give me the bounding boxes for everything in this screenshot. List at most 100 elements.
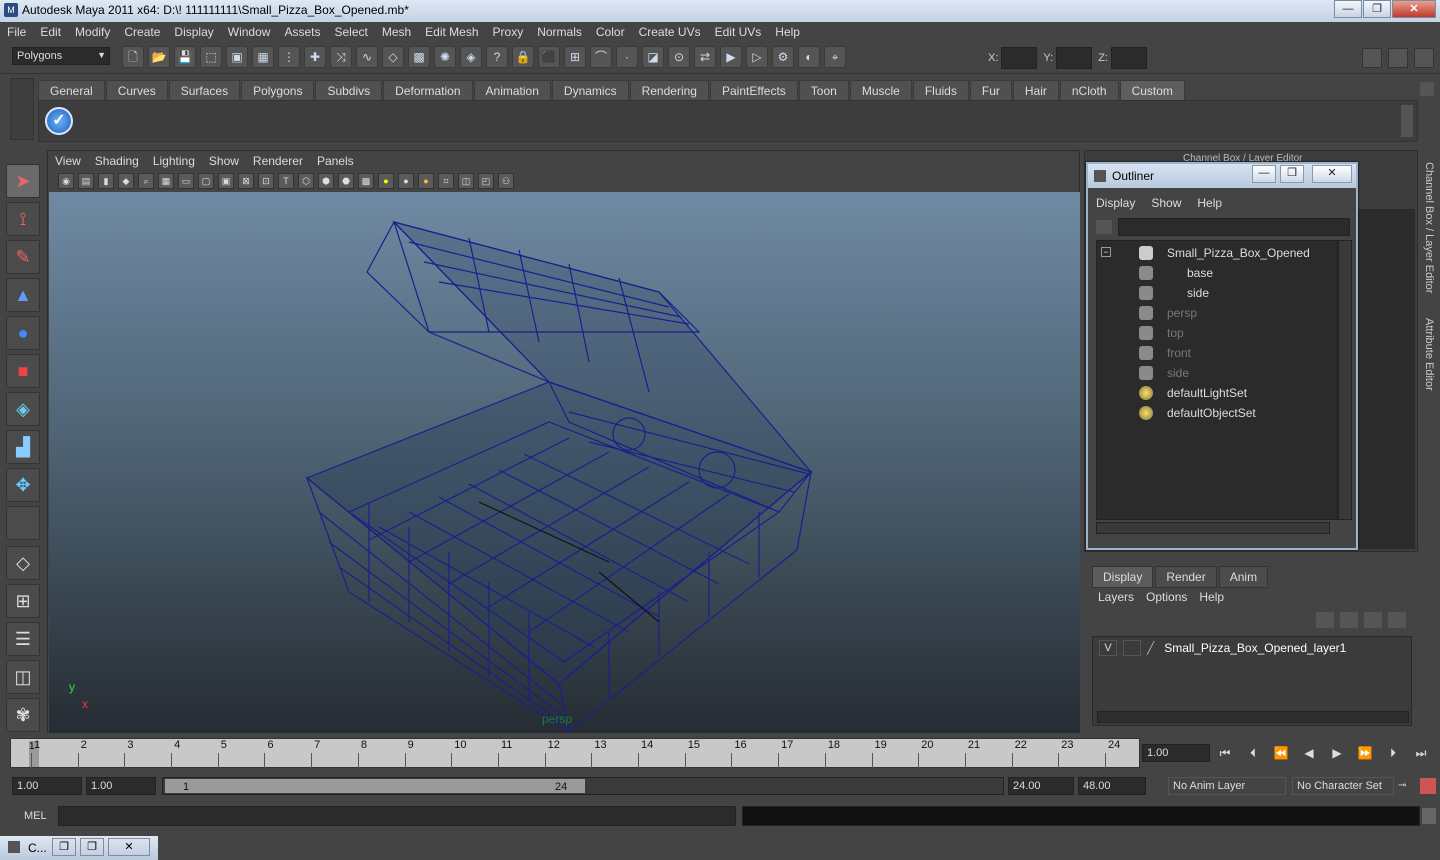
checkmark-shelf-icon[interactable]: ✓	[45, 107, 73, 135]
shelf-tab-custom[interactable]: Custom	[1119, 80, 1185, 100]
two-d-pan-zoom-icon[interactable]: ⌕	[138, 173, 154, 189]
y-field[interactable]	[1056, 47, 1093, 69]
mel-command-input[interactable]	[58, 806, 736, 826]
z-field[interactable]	[1110, 47, 1147, 69]
play-forwards-icon[interactable]: ▶	[1326, 744, 1348, 762]
shelf-menu-handle[interactable]	[10, 78, 34, 140]
viewport-menu-renderer[interactable]: Renderer	[246, 154, 310, 168]
pick-deformations-icon[interactable]: ▩	[408, 46, 430, 68]
mel-label[interactable]: MEL	[24, 810, 47, 822]
animation-preferences-icon[interactable]	[1420, 778, 1436, 794]
make-live-icon[interactable]: ⊙	[668, 46, 690, 68]
outliner-minimize-button[interactable]: —	[1252, 165, 1276, 183]
minimized-window[interactable]: C... ❐ ❐ ✕	[0, 836, 158, 860]
shelf-tab-subdivs[interactable]: Subdivs	[315, 80, 383, 100]
shelf-tab-dynamics[interactable]: Dynamics	[551, 80, 629, 100]
menu-edit-mesh[interactable]: Edit Mesh	[418, 25, 485, 39]
step-forward-frame-icon[interactable]: ⏵	[1382, 744, 1404, 762]
outliner-maximize-button[interactable]: ❐	[1280, 165, 1304, 183]
persp-outliner-layout-icon[interactable]: ☰	[6, 622, 40, 656]
step-back-key-icon[interactable]: ⏪	[1270, 744, 1292, 762]
layer-tab-display[interactable]: Display	[1092, 566, 1154, 588]
menu-assets[interactable]: Assets	[277, 25, 327, 39]
menu-edit[interactable]: Edit	[33, 25, 68, 39]
character-set-dropdown[interactable]: No Character Set	[1292, 777, 1394, 795]
filter-icon[interactable]	[1096, 220, 1112, 234]
shelf-tab-general[interactable]: General	[38, 80, 105, 100]
channel-box-tab[interactable]: Channel Box / Layer Editor	[1423, 162, 1435, 293]
grid-icon[interactable]: ▦	[158, 173, 174, 189]
xray-joints-icon[interactable]: ◰	[478, 173, 494, 189]
soft-modification-icon[interactable]: ▟	[6, 430, 40, 464]
pick-misc-icon[interactable]: ?	[486, 46, 508, 68]
universal-manipulator-icon[interactable]: ◈	[6, 392, 40, 426]
go-to-end-icon[interactable]: ⏭	[1410, 744, 1432, 762]
toggle-attribute-editor-icon[interactable]	[1362, 48, 1382, 68]
current-time-field[interactable]: 1.00	[1142, 744, 1210, 762]
rotate-tool-icon[interactable]: ●	[6, 316, 40, 350]
camera-attributes-icon[interactable]: ▤	[78, 173, 94, 189]
minimize-button[interactable]: —	[1334, 0, 1362, 18]
outliner-vertical-scrollbar[interactable]	[1338, 240, 1352, 520]
outliner-item[interactable]: front	[1097, 343, 1337, 363]
shelf-tab-painteffects[interactable]: PaintEffects	[709, 80, 798, 100]
image-plane-icon[interactable]: ◆	[118, 173, 134, 189]
persp-graph-layout-icon[interactable]: ◫	[6, 660, 40, 694]
outliner-item[interactable]: defaultLightSet	[1097, 383, 1337, 403]
wireframe-icon[interactable]: ⬡	[298, 173, 314, 189]
move-tool-icon[interactable]: ▲	[6, 278, 40, 312]
new-scene-icon[interactable]: 🗋	[122, 46, 144, 68]
outliner-item[interactable]: side	[1097, 363, 1337, 383]
viewport-menu-lighting[interactable]: Lighting	[146, 154, 202, 168]
menu-modify[interactable]: Modify	[68, 25, 117, 39]
range-slider-handle[interactable]: 1 24	[165, 779, 585, 793]
trash-icon[interactable]	[1420, 82, 1434, 96]
pick-rendering-icon[interactable]: ◈	[460, 46, 482, 68]
save-scene-icon[interactable]: 💾	[174, 46, 196, 68]
layer-tab-anim[interactable]: Anim	[1218, 566, 1269, 588]
field-chart-icon[interactable]: ⊠	[238, 173, 254, 189]
smooth-shade-icon[interactable]: ⬢	[318, 173, 334, 189]
select-hierarchy-icon[interactable]: ⬚	[200, 46, 222, 68]
bookmarks-icon[interactable]: ▮	[98, 173, 114, 189]
outliner-item[interactable]: persp	[1097, 303, 1337, 323]
layer-menu-layers[interactable]: Layers	[1098, 590, 1134, 604]
outliner-horizontal-scrollbar[interactable]	[1096, 522, 1330, 534]
shelf-tab-surfaces[interactable]: Surfaces	[168, 80, 241, 100]
outliner-item[interactable]: base	[1097, 263, 1337, 283]
xray-icon[interactable]: ◫	[458, 173, 474, 189]
hypergraph-layout-icon[interactable]: ✾	[6, 698, 40, 732]
viewport-menu-panels[interactable]: Panels	[310, 154, 361, 168]
layer-visibility-toggle[interactable]: V	[1099, 640, 1117, 656]
play-backwards-icon[interactable]: ◀	[1298, 744, 1320, 762]
pick-curves-icon[interactable]: ∿	[356, 46, 378, 68]
playback-start-field[interactable]: 1.00	[86, 777, 156, 795]
scale-tool-icon[interactable]: ■	[6, 354, 40, 388]
shelf-tab-muscle[interactable]: Muscle	[849, 80, 912, 100]
outliner-item[interactable]: side	[1097, 283, 1337, 303]
layer-horizontal-scrollbar[interactable]	[1097, 711, 1409, 723]
menu-create-uvs[interactable]: Create UVs	[632, 25, 708, 39]
outliner-menu-display[interactable]: Display	[1096, 196, 1135, 210]
single-perspective-layout-icon[interactable]: ◇	[6, 546, 40, 580]
last-tool-icon[interactable]	[6, 506, 40, 540]
select-camera-icon[interactable]: ◉	[58, 173, 74, 189]
snap-point-icon[interactable]: ∙	[616, 46, 638, 68]
hud-icon[interactable]: ⚇	[498, 173, 514, 189]
menu-mesh[interactable]: Mesh	[375, 25, 418, 39]
3d-scene[interactable]: y x persp	[49, 192, 1080, 733]
shelf-tab-hair[interactable]: Hair	[1012, 80, 1059, 100]
use-all-lights-icon[interactable]: ●	[378, 173, 394, 189]
go-to-start-icon[interactable]: ⏮	[1214, 744, 1236, 762]
default-light-icon[interactable]: ●	[418, 173, 434, 189]
history-icon[interactable]: ⇄	[694, 46, 716, 68]
auto-key-icon[interactable]: ⊸	[1398, 780, 1412, 792]
pick-surfaces-icon[interactable]: ◇	[382, 46, 404, 68]
four-view-layout-icon[interactable]: ⊞	[6, 584, 40, 618]
render-frame-icon[interactable]: ▶	[720, 46, 742, 68]
menu-help[interactable]: Help	[768, 25, 807, 39]
shadows-icon[interactable]: ●	[398, 173, 414, 189]
select-object-icon[interactable]: ▣	[226, 46, 248, 68]
maximize-button[interactable]: ❐	[1363, 0, 1391, 18]
shelf-tab-ncloth[interactable]: nCloth	[1059, 80, 1119, 100]
